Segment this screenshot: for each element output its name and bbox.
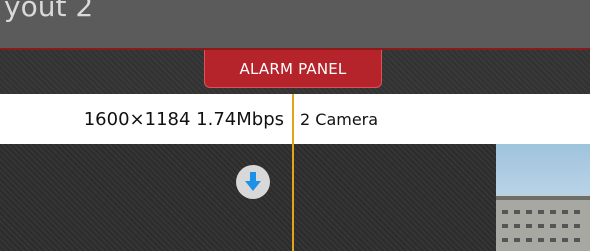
- building-windows: [502, 210, 586, 214]
- alarm-panel-label: ALARM PANEL: [239, 59, 347, 78]
- building-windows: [502, 238, 586, 242]
- camera-2-video-feed: [496, 144, 590, 251]
- building: [496, 200, 590, 251]
- camera-1-stats: 1600×1184 1.74Mbps: [83, 108, 284, 130]
- camera-2-name: 2 Camera: [300, 109, 379, 129]
- download-button[interactable]: [236, 165, 270, 199]
- pane-divider[interactable]: [292, 94, 294, 251]
- camera-info-row: 1600×1184 1.74Mbps 2 Camera: [0, 94, 590, 144]
- download-icon: [245, 172, 261, 191]
- layout-title-bar: yout 2: [0, 0, 590, 50]
- layout-title: yout 2: [4, 0, 94, 23]
- tab-strip: ALARM PANEL: [0, 50, 590, 94]
- camera-2-view[interactable]: [294, 144, 590, 251]
- building-windows: [502, 224, 586, 228]
- alarm-panel-tab[interactable]: ALARM PANEL: [204, 50, 382, 88]
